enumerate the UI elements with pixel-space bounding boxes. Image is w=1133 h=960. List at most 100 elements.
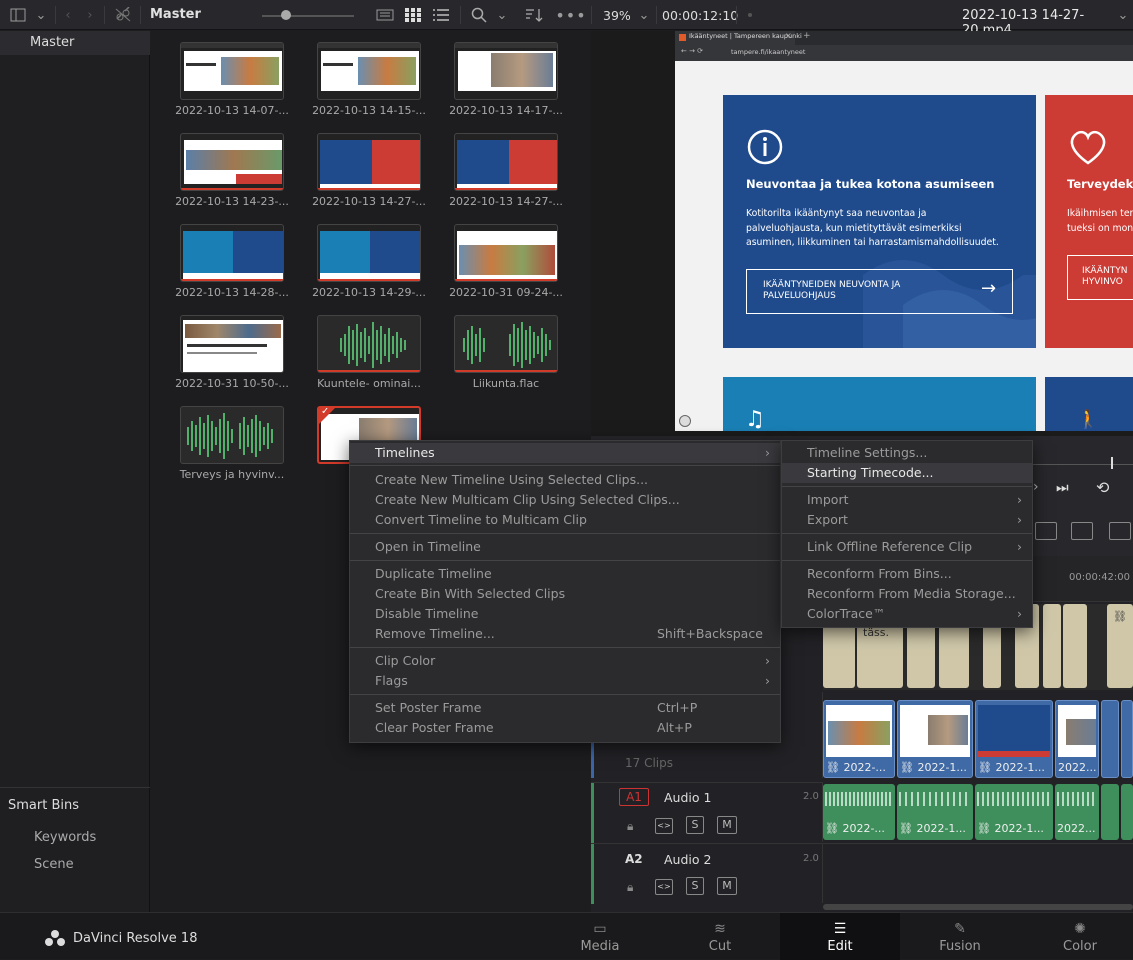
submenu-item-reconform-storage[interactable]: Reconform From Media Storage... <box>782 584 1032 604</box>
submenu-item-import[interactable]: Import › <box>782 490 1032 510</box>
video-clip[interactable]: ⛓ 2022-1... <box>975 700 1053 778</box>
walking-icon: 🚶 <box>1077 409 1100 430</box>
master-bin-row[interactable]: Master <box>0 31 150 55</box>
audio-clip[interactable] <box>1121 784 1133 840</box>
menu-item-flags[interactable]: Flags › <box>350 671 780 691</box>
replace-clip-icon[interactable] <box>1109 522 1131 540</box>
video-clip[interactable]: 2022... <box>1055 700 1099 778</box>
clip-thumbnail[interactable] <box>317 42 421 100</box>
clip-thumbnail[interactable] <box>180 224 284 282</box>
card-title: Neuvontaa ja tukea kotona asumiseen <box>746 177 995 191</box>
link-icon: ⛓ <box>825 822 839 835</box>
submenu-item-link-offline[interactable]: Link Offline Reference Clip › <box>782 537 1032 557</box>
clip-thumbnail[interactable] <box>180 42 284 100</box>
timeline-scrollbar[interactable] <box>823 904 1133 910</box>
zoom-level[interactable]: 39% <box>603 8 631 23</box>
more-options-icon[interactable]: ••• <box>555 5 585 25</box>
submenu-item-starting-timecode[interactable]: Starting Timecode... <box>782 463 1032 483</box>
clip-label: 2022-10-31 10-50-... <box>175 377 289 390</box>
menu-item-set-poster-frame[interactable]: Set Poster Frame Ctrl+P <box>350 698 780 718</box>
menu-item-open-in-timeline[interactable]: Open in Timeline <box>350 537 780 557</box>
thumbnail-view-icon[interactable] <box>402 5 424 25</box>
clip-name-chevron-icon[interactable]: ⌄ <box>1116 5 1130 25</box>
tab-fusion[interactable]: ✎ Fusion <box>900 913 1020 960</box>
menu-item-remove-timeline[interactable]: Remove Timeline... Shift+Backspace <box>350 624 780 644</box>
overwrite-clip-icon[interactable] <box>1071 522 1093 540</box>
track-a2-badge[interactable]: A2 <box>625 852 643 866</box>
jog-slider[interactable] <box>1031 464 1133 465</box>
video-clip[interactable] <box>1101 700 1119 778</box>
audio-clip[interactable]: ⛓ 2022-1... <box>975 784 1053 840</box>
submenu-item-timeline-settings[interactable]: Timeline Settings... <box>782 443 1032 463</box>
audio-clip-thumbnail[interactable] <box>317 315 421 373</box>
panel-toggle-icon[interactable] <box>8 5 28 25</box>
jog-handle[interactable] <box>1111 457 1113 469</box>
search-options-chevron-icon[interactable]: ⌄ <box>494 5 510 25</box>
search-icon[interactable] <box>468 5 490 25</box>
unlink-icon[interactable] <box>112 5 134 25</box>
submenu-item-export[interactable]: Export › <box>782 510 1032 530</box>
list-view-icon[interactable] <box>430 5 452 25</box>
menu-item-disable-timeline[interactable]: Disable Timeline <box>350 604 780 624</box>
forward-icon[interactable]: › <box>82 5 98 25</box>
audio-clip[interactable]: ⛓ 2022-1... <box>897 784 973 840</box>
new-tab-icon: + <box>803 31 811 41</box>
menu-item-create-new-timeline[interactable]: Create New Timeline Using Selected Clips… <box>350 470 780 490</box>
submenu-item-colortrace[interactable]: ColorTrace™ › <box>782 604 1032 624</box>
tab-edit[interactable]: ☰ Edit <box>780 913 900 960</box>
lock-icon[interactable]: 🔒︎ <box>627 819 633 834</box>
insert-clip-icon[interactable] <box>1035 522 1057 540</box>
next-frame-icon[interactable]: › <box>1033 479 1039 495</box>
video-clip[interactable] <box>1121 700 1133 778</box>
menu-item-clear-poster-frame[interactable]: Clear Poster Frame Alt+P <box>350 718 780 738</box>
tab-color[interactable]: ✺ Color <box>1020 913 1133 960</box>
menu-item-convert-multicam[interactable]: Convert Timeline to Multicam Clip <box>350 510 780 530</box>
subtitle-clip[interactable] <box>1063 604 1087 688</box>
slider-handle[interactable] <box>281 10 291 20</box>
auto-select-icon[interactable]: <> <box>655 818 673 834</box>
loop-icon[interactable]: ⟲ <box>1096 478 1109 497</box>
clip-thumbnail[interactable] <box>317 133 421 191</box>
clip-thumbnail[interactable] <box>454 133 558 191</box>
auto-select-icon[interactable]: <> <box>655 879 673 895</box>
clip-thumbnail[interactable] <box>180 315 284 373</box>
back-icon[interactable]: ‹ <box>60 5 76 25</box>
menu-item-create-bin[interactable]: Create Bin With Selected Clips <box>350 584 780 604</box>
menu-item-timelines[interactable]: Timelines › <box>350 443 780 463</box>
audio-clip[interactable] <box>1101 784 1119 840</box>
solo-button[interactable]: S <box>686 816 704 834</box>
clip-thumbnail[interactable] <box>317 224 421 282</box>
video-clip[interactable]: ⛓ 2022-... <box>823 700 895 778</box>
lock-icon[interactable]: 🔒︎ <box>627 880 633 895</box>
clip-thumbnail[interactable] <box>454 224 558 282</box>
track-name[interactable]: Audio 2 <box>664 852 711 867</box>
zoom-chevron-icon[interactable]: ⌄ <box>636 5 652 25</box>
metadata-view-icon[interactable] <box>374 5 396 25</box>
menu-item-create-multicam[interactable]: Create New Multicam Clip Using Selected … <box>350 490 780 510</box>
submenu-item-reconform-bins[interactable]: Reconform From Bins... <box>782 564 1032 584</box>
video-clip[interactable]: ⛓ 2022-1... <box>897 700 973 778</box>
mute-button[interactable]: M <box>717 816 737 834</box>
subtitle-clip[interactable]: ⛓ <box>1107 604 1133 688</box>
thumbnail-zoom-slider[interactable] <box>262 15 354 17</box>
solo-button[interactable]: S <box>686 877 704 895</box>
clip-thumbnail[interactable] <box>180 133 284 191</box>
smart-bin-keywords[interactable]: Keywords <box>34 830 96 845</box>
track-a1-badge[interactable]: A1 <box>619 788 649 806</box>
track-name[interactable]: Audio 1 <box>664 790 711 805</box>
menu-item-clip-color[interactable]: Clip Color › <box>350 651 780 671</box>
audio-clip-thumbnail[interactable] <box>180 406 284 464</box>
clip-thumbnail[interactable] <box>454 42 558 100</box>
tab-cut[interactable]: ≋ Cut <box>660 913 780 960</box>
skip-to-end-icon[interactable]: ⏭ <box>1056 480 1069 496</box>
sort-icon[interactable] <box>523 5 545 25</box>
tab-media[interactable]: ▭ Media <box>540 913 660 960</box>
audio-clip[interactable]: 2022... <box>1055 784 1099 840</box>
menu-item-duplicate-timeline[interactable]: Duplicate Timeline <box>350 564 780 584</box>
chevron-down-icon[interactable]: ⌄ <box>32 5 50 25</box>
smart-bin-scene[interactable]: Scene <box>34 857 74 872</box>
audio-clip-thumbnail[interactable] <box>454 315 558 373</box>
subtitle-clip[interactable] <box>1043 604 1061 688</box>
mute-button[interactable]: M <box>717 877 737 895</box>
audio-clip[interactable]: ⛓ 2022-... <box>823 784 895 840</box>
